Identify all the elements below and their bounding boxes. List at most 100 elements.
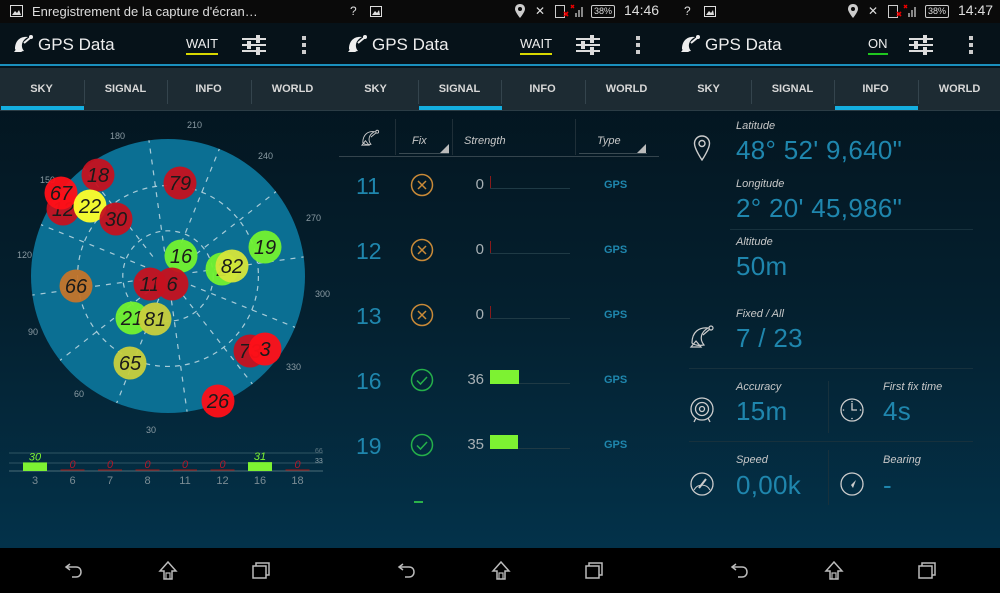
wifi-question-icon: ? bbox=[684, 4, 691, 18]
satellite-81[interactable]: 81 bbox=[138, 302, 172, 336]
settings-sliders-icon[interactable] bbox=[576, 34, 600, 56]
signal-row[interactable]: 13 0 GPS bbox=[334, 293, 668, 358]
satellite-26[interactable]: 26 bbox=[201, 384, 235, 418]
satellite-82[interactable]: 82 bbox=[215, 249, 249, 283]
back-button-icon[interactable] bbox=[64, 560, 86, 582]
satellite-18[interactable]: 18 bbox=[81, 158, 115, 192]
signal-row[interactable]: 16 36 GPS bbox=[334, 358, 668, 423]
accuracy-label: Accuracy bbox=[736, 381, 782, 393]
tab-signal[interactable]: SIGNAL bbox=[418, 68, 501, 111]
divider bbox=[828, 381, 829, 433]
image-icon bbox=[10, 5, 23, 20]
battery-icon: 38% bbox=[925, 5, 950, 18]
app-bar: GPS Data ON bbox=[667, 23, 1000, 66]
signal-strength-track bbox=[490, 188, 570, 189]
more-options-icon[interactable] bbox=[635, 35, 641, 55]
app-title: GPS Data bbox=[38, 35, 115, 54]
fixed-all-label: Fixed / All bbox=[736, 308, 784, 320]
satellite-label: 67 bbox=[50, 183, 73, 205]
home-button-icon[interactable] bbox=[490, 560, 512, 582]
tab-info[interactable]: INFO bbox=[834, 68, 917, 111]
recents-button-icon[interactable] bbox=[250, 560, 272, 582]
signal-strength-value: 35 bbox=[467, 436, 484, 453]
satellite-label: 66 bbox=[65, 276, 88, 298]
gps-status-button[interactable]: WAIT bbox=[520, 36, 553, 55]
back-button-icon[interactable] bbox=[397, 560, 419, 582]
not-fixed-x-icon bbox=[410, 238, 434, 262]
gps-status-button[interactable]: ON bbox=[868, 36, 888, 55]
gps-status-button[interactable]: WAIT bbox=[186, 36, 219, 55]
active-tab-indicator bbox=[419, 106, 502, 110]
satellite-6[interactable]: 6 bbox=[155, 267, 189, 301]
longitude-label: Longitude bbox=[736, 178, 785, 190]
clock: 14:47 bbox=[958, 2, 994, 18]
not-fixed-x-icon bbox=[410, 303, 434, 327]
latitude-value: 48° 52' 9,640" bbox=[736, 135, 903, 165]
tab-info[interactable]: INFO bbox=[167, 68, 250, 111]
satellite-dish-icon[interactable] bbox=[360, 129, 380, 147]
tab-sky[interactable]: SKY bbox=[334, 68, 417, 111]
strength-column-header[interactable]: Strength bbox=[464, 135, 506, 147]
satellite-30[interactable]: 30 bbox=[99, 202, 133, 236]
sim-error-icon bbox=[888, 5, 902, 21]
not-fixed-x-icon bbox=[410, 173, 434, 197]
home-button-icon[interactable] bbox=[823, 560, 845, 582]
satellite-label: 65 bbox=[119, 353, 142, 375]
app-bar: GPS Data WAIT bbox=[334, 23, 668, 66]
back-button-icon[interactable] bbox=[730, 560, 752, 582]
recents-button-icon[interactable] bbox=[583, 560, 605, 582]
sky-panel: GPS Data WAIT SKY SIGNAL INFO WORLD 30 6 0… bbox=[0, 23, 334, 548]
fix-dropdown-icon[interactable] bbox=[440, 144, 449, 153]
signal-strength-value: 0 bbox=[475, 241, 484, 258]
satellite-65[interactable]: 65 bbox=[113, 346, 147, 380]
more-options-icon[interactable] bbox=[968, 35, 974, 55]
bearing-value: - bbox=[883, 470, 892, 500]
satellite-67[interactable]: 67 bbox=[44, 176, 78, 210]
satellite-3[interactable]: 3 bbox=[248, 332, 282, 366]
tab-info[interactable]: INFO bbox=[501, 68, 584, 111]
type-dropdown-icon[interactable] bbox=[637, 144, 646, 153]
location-icon bbox=[515, 4, 525, 21]
tab-signal[interactable]: SIGNAL bbox=[751, 68, 834, 111]
tab-world[interactable]: WORLD bbox=[585, 68, 668, 111]
satellite-type: GPS bbox=[604, 179, 628, 191]
tab-bar: SKY SIGNAL INFO WORLD bbox=[334, 68, 668, 111]
next-row-fix-icon-partial bbox=[414, 501, 423, 503]
satellite-66[interactable]: 66 bbox=[59, 269, 93, 303]
satellite-19[interactable]: 19 bbox=[248, 230, 282, 264]
signal-row[interactable]: 19 35 GPS bbox=[334, 423, 668, 488]
satellite-label: 30 bbox=[105, 209, 127, 231]
signal-row[interactable]: 11 0 GPS bbox=[334, 163, 668, 228]
image-icon bbox=[704, 5, 716, 20]
tab-signal[interactable]: SIGNAL bbox=[84, 68, 167, 111]
signal-row[interactable]: 12 0 GPS bbox=[334, 228, 668, 293]
fixed-all-value: 7 / 23 bbox=[736, 323, 803, 353]
tab-sky[interactable]: SKY bbox=[667, 68, 750, 111]
satellite-79[interactable]: 79 bbox=[163, 166, 197, 200]
active-tab-indicator bbox=[835, 106, 918, 110]
info-panel: GPS Data ON SKY SIGNAL INFO WORLD Latitu… bbox=[667, 23, 1000, 548]
satellite-label: 81 bbox=[144, 309, 166, 331]
satellite-prn: 12 bbox=[356, 238, 382, 264]
satellite-type: GPS bbox=[604, 374, 628, 386]
settings-sliders-icon[interactable] bbox=[909, 34, 933, 56]
signal-bar-label: 11 bbox=[179, 475, 190, 487]
recents-button-icon[interactable] bbox=[916, 560, 938, 582]
fix-dropdown-underline bbox=[399, 153, 449, 154]
tab-world[interactable]: WORLD bbox=[918, 68, 1000, 111]
tab-sky[interactable]: SKY bbox=[0, 68, 83, 111]
signal-bar-value: 0 bbox=[107, 459, 114, 471]
bluetooth-off-icon: ✕ bbox=[535, 4, 546, 18]
tab-world[interactable]: WORLD bbox=[251, 68, 334, 111]
azimuth-label-330: 330 bbox=[286, 362, 301, 372]
more-options-icon[interactable] bbox=[301, 35, 307, 55]
bearing-label: Bearing bbox=[883, 454, 921, 466]
satellite-16[interactable]: 16 bbox=[164, 239, 198, 273]
settings-sliders-icon[interactable] bbox=[242, 34, 266, 56]
sky-plot: 306090120150180210240270300330 126718223… bbox=[9, 120, 330, 487]
home-button-icon[interactable] bbox=[157, 560, 179, 582]
type-column-header[interactable]: Type bbox=[597, 135, 621, 147]
header-divider bbox=[339, 156, 659, 157]
fix-column-header[interactable]: Fix bbox=[412, 135, 427, 147]
azimuth-label-270: 270 bbox=[306, 213, 321, 223]
